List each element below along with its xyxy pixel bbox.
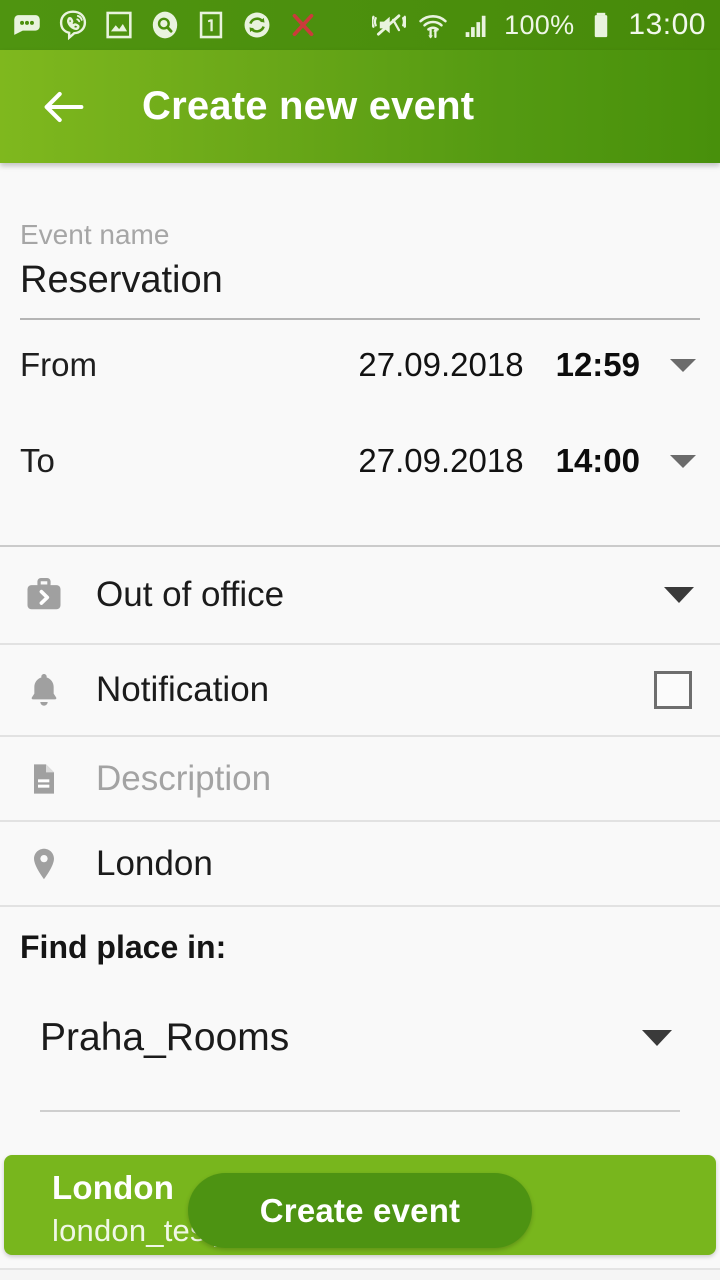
back-arrow-icon — [44, 91, 84, 122]
find-place-selected: Praha_Rooms — [40, 1016, 290, 1059]
notification-checkbox[interactable] — [654, 671, 692, 709]
signal-icon — [465, 15, 486, 38]
event-name-label: Event name — [20, 219, 170, 250]
status-bar: 100% 13:00 — [0, 0, 720, 50]
chevron-down-icon[interactable] — [670, 358, 696, 372]
from-date[interactable]: 27.09.2018 — [358, 346, 523, 384]
briefcase-icon — [20, 571, 68, 619]
to-row[interactable]: To 27.09.2018 14:00 — [0, 430, 720, 492]
chevron-down-icon[interactable] — [670, 454, 696, 468]
event-name-field[interactable]: Event name Reservation — [20, 218, 700, 304]
notification-label: Notification — [96, 670, 270, 709]
messages-icon — [14, 15, 40, 35]
location-value: London — [96, 843, 213, 883]
event-name-value: Reservation — [20, 259, 223, 301]
selected-place-title: London — [52, 1169, 175, 1206]
from-row[interactable]: From 27.09.2018 12:59 — [0, 334, 720, 396]
find-place-label: Find place in: — [20, 929, 227, 965]
status-bar-right-icons: 100% 13:00 — [372, 8, 706, 42]
location-row[interactable]: London — [0, 822, 720, 905]
missed-call-icon — [292, 13, 314, 37]
to-label: To — [20, 442, 55, 479]
battery-icon — [595, 12, 608, 38]
description-input[interactable]: Description — [96, 759, 271, 799]
notification-row[interactable]: Notification — [0, 645, 720, 735]
form-content: Event name Reservation From 27.09.2018 1… — [0, 163, 720, 1280]
wifi-icon — [419, 15, 447, 39]
battery-percent-label: 100% — [504, 9, 575, 40]
bell-icon — [20, 666, 68, 714]
create-event-button[interactable]: Create event — [188, 1173, 532, 1248]
one-note-icon — [199, 11, 223, 39]
availability-row[interactable]: Out of office — [0, 547, 720, 643]
search-icon — [152, 11, 178, 39]
to-time[interactable]: 14:00 — [556, 442, 640, 480]
sync-icon — [244, 12, 270, 38]
document-icon — [20, 755, 68, 803]
app-bar: Create new event — [0, 50, 720, 163]
map-pin-icon — [20, 840, 68, 888]
bottom-strip — [0, 1268, 720, 1280]
chevron-down-icon[interactable] — [664, 587, 694, 603]
from-label: From — [20, 346, 97, 383]
gallery-icon — [106, 11, 132, 39]
find-place-spinner[interactable]: Praha_Rooms — [0, 998, 720, 1078]
mute-vibrate-icon — [372, 14, 407, 36]
status-bar-left-icons — [10, 8, 320, 42]
phone-screen: 100% 13:00 Create new event Event name R… — [0, 0, 720, 1280]
back-button[interactable] — [28, 71, 100, 143]
description-row[interactable]: Description — [0, 737, 720, 820]
row-divider — [0, 905, 720, 907]
from-time[interactable]: 12:59 — [556, 346, 640, 384]
chevron-down-icon[interactable] — [642, 1030, 672, 1046]
availability-value: Out of office — [96, 575, 285, 614]
event-name-underline — [20, 318, 700, 320]
to-date[interactable]: 27.09.2018 — [358, 442, 523, 480]
page-title: Create new event — [142, 84, 475, 128]
find-place-underline — [40, 1110, 680, 1112]
viber-icon — [59, 10, 87, 41]
status-bar-clock: 13:00 — [628, 8, 706, 41]
